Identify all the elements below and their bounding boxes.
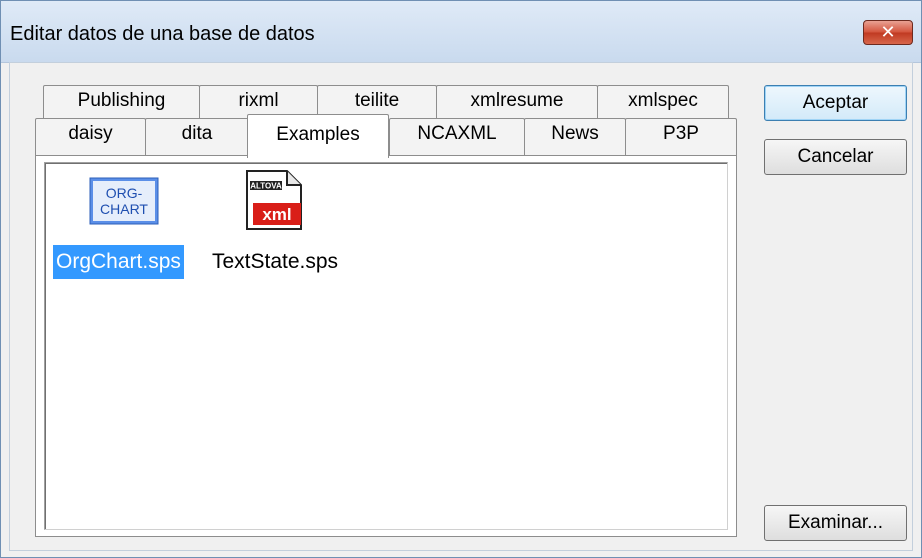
tab-label: News <box>551 123 599 144</box>
tab-label: NCAXML <box>417 123 497 144</box>
tab-xmlspec[interactable]: xmlspec <box>597 85 729 119</box>
window-title: Editar datos de una base de datos <box>10 23 315 45</box>
tab-label: daisy <box>68 123 113 144</box>
accept-button[interactable]: Aceptar <box>764 85 907 121</box>
tab-examples[interactable]: Examples <box>247 114 389 158</box>
tab-daisy[interactable]: daisy <box>35 118 146 157</box>
close-button[interactable]: ✕ <box>863 20 913 45</box>
file-list[interactable]: ORG- CHART OrgChart.sps ALTOVA xml TextS… <box>44 162 728 530</box>
tab-dita[interactable]: dita <box>145 118 249 157</box>
title-bar[interactable]: Editar datos de una base de datos ✕ <box>1 1 921 63</box>
tab-label: Publishing <box>77 90 166 111</box>
tab-label: xmlspec <box>628 90 698 111</box>
tab-label: rixml <box>238 90 279 111</box>
tab-news[interactable]: News <box>524 118 626 157</box>
browse-button[interactable]: Examinar... <box>764 505 907 541</box>
xml-badge-text: xml <box>262 205 291 224</box>
tab-label: teilite <box>354 90 400 111</box>
orgchart-icon-line2: CHART <box>100 201 148 217</box>
cancel-button[interactable]: Cancelar <box>764 139 907 175</box>
file-name[interactable]: OrgChart.sps <box>53 245 184 279</box>
file-name[interactable]: TextState.sps <box>209 245 341 279</box>
altova-xml-icon: ALTOVA xml <box>246 170 302 230</box>
close-icon: ✕ <box>880 21 896 43</box>
tab-xmlresume[interactable]: xmlresume <box>436 85 598 119</box>
altova-brand-text: ALTOVA <box>250 182 282 191</box>
tab-p3p[interactable]: P3P <box>625 118 737 157</box>
orgchart-icon-line1: ORG- <box>106 185 143 201</box>
tab-label: Examples <box>276 124 360 145</box>
tab-panel: ORG- CHART OrgChart.sps ALTOVA xml TextS… <box>35 155 737 537</box>
tab-ncaxml[interactable]: NCAXML <box>389 118 525 157</box>
tab-publishing[interactable]: Publishing <box>43 85 200 119</box>
tab-label: P3P <box>663 123 699 144</box>
tab-label: xmlresume <box>470 90 564 111</box>
tab-label: dita <box>181 123 213 144</box>
orgchart-icon: ORG- CHART <box>89 177 159 225</box>
dialog-window: Editar datos de una base de datos ✕ Publ… <box>0 0 922 558</box>
